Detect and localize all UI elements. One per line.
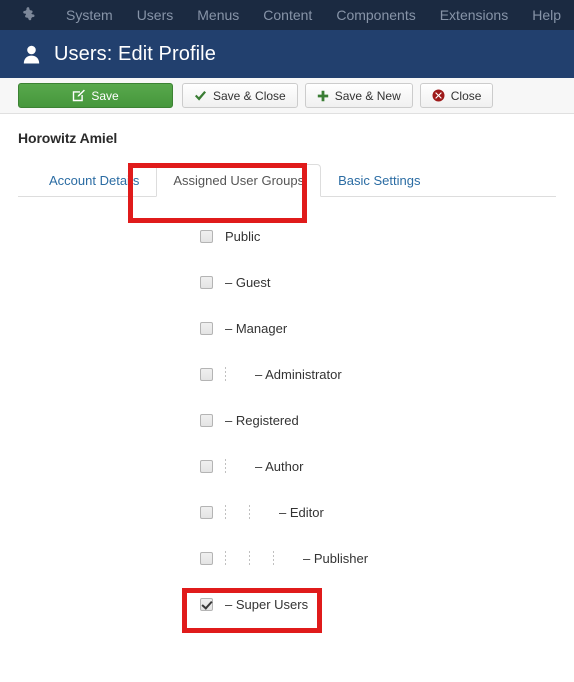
topnav-item-components[interactable]: Components bbox=[324, 0, 427, 30]
tab-bar: Account Details Assigned User Groups Bas… bbox=[18, 163, 556, 197]
tab-account-details[interactable]: Account Details bbox=[32, 164, 156, 197]
topnav-item-menus[interactable]: Menus bbox=[185, 0, 251, 30]
topnav-item-content[interactable]: Content bbox=[251, 0, 324, 30]
user-group-row-publisher[interactable]: – Publisher bbox=[18, 535, 556, 581]
user-group-label-guest: – Guest bbox=[225, 274, 271, 290]
indent-guide-dots bbox=[237, 535, 261, 581]
checkmark-icon bbox=[194, 90, 207, 102]
indent-guides bbox=[213, 351, 237, 397]
indent-guide-dots bbox=[213, 443, 237, 489]
user-group-row-public[interactable]: Public bbox=[18, 213, 556, 259]
checkbox-administrator[interactable] bbox=[200, 367, 213, 381]
user-group-row-super-users[interactable]: – Super Users bbox=[18, 581, 556, 627]
topnav-item-system[interactable]: System bbox=[54, 0, 125, 30]
page-title: Users: Edit Profile bbox=[54, 42, 216, 65]
content-area: Horowitz Amiel Account Details Assigned … bbox=[0, 114, 574, 627]
user-group-row-manager[interactable]: – Manager bbox=[18, 305, 556, 351]
indent-guides bbox=[213, 489, 261, 535]
topnav-item-extensions[interactable]: Extensions bbox=[428, 0, 520, 30]
save-and-close-label: Save & Close bbox=[213, 88, 286, 103]
checkbox-editor[interactable] bbox=[200, 505, 213, 519]
checkbox-super-users[interactable] bbox=[200, 597, 213, 611]
record-name: Horowitz Amiel bbox=[18, 130, 118, 146]
indent-guides bbox=[213, 535, 285, 581]
checkbox-guest[interactable] bbox=[200, 275, 213, 289]
indent-guide-dots bbox=[237, 489, 261, 535]
plus-icon bbox=[317, 90, 329, 102]
tab-basic-settings[interactable]: Basic Settings bbox=[321, 164, 437, 197]
indent-guide-dots bbox=[213, 351, 237, 397]
user-group-label-manager: – Manager bbox=[225, 320, 288, 336]
indent-guide-dots bbox=[261, 535, 285, 581]
user-group-row-administrator[interactable]: – Administrator bbox=[18, 351, 556, 397]
user-group-label-author: – Author bbox=[255, 458, 304, 474]
user-group-label-registered: – Registered bbox=[225, 412, 299, 428]
save-and-close-button[interactable]: Save & Close bbox=[182, 83, 298, 108]
checkbox-publisher[interactable] bbox=[200, 551, 213, 565]
indent-guides bbox=[213, 443, 237, 489]
user-group-row-guest[interactable]: – Guest bbox=[18, 259, 556, 305]
topnav-item-users[interactable]: Users bbox=[125, 0, 186, 30]
save-button-label: Save bbox=[91, 88, 119, 103]
user-group-label-editor: – Editor bbox=[279, 504, 324, 520]
user-group-label-super-users: – Super Users bbox=[225, 596, 309, 612]
toolbar: Save Save & Close Save & New Close bbox=[0, 78, 574, 114]
indent-guide-dots bbox=[213, 489, 237, 535]
user-groups-list: Public – Guest – Manager – Administrator… bbox=[18, 197, 556, 627]
top-navigation-bar: System Users Menus Content Components Ex… bbox=[0, 0, 574, 30]
save-and-new-label: Save & New bbox=[334, 88, 401, 103]
indent-guide-dots bbox=[213, 535, 237, 581]
close-button[interactable]: Close bbox=[419, 83, 494, 108]
edit-square-icon bbox=[72, 89, 86, 102]
user-group-label-public: Public bbox=[225, 228, 261, 244]
save-button[interactable]: Save bbox=[18, 83, 173, 108]
topnav-item-help[interactable]: Help bbox=[520, 0, 573, 30]
joomla-logo-icon[interactable] bbox=[18, 5, 38, 25]
checkbox-public[interactable] bbox=[200, 229, 213, 243]
save-and-new-button[interactable]: Save & New bbox=[304, 83, 413, 108]
tab-assigned-user-groups[interactable]: Assigned User Groups bbox=[156, 164, 322, 197]
checkbox-registered[interactable] bbox=[200, 413, 213, 427]
close-button-label: Close bbox=[450, 88, 482, 103]
user-group-row-registered[interactable]: – Registered bbox=[18, 397, 556, 443]
user-group-label-publisher: – Publisher bbox=[303, 550, 369, 566]
user-group-row-author[interactable]: – Author bbox=[18, 443, 556, 489]
checkbox-manager[interactable] bbox=[200, 321, 213, 335]
user-group-row-editor[interactable]: – Editor bbox=[18, 489, 556, 535]
checkbox-author[interactable] bbox=[200, 459, 213, 473]
page-header: Users: Edit Profile bbox=[0, 30, 574, 78]
user-group-label-administrator: – Administrator bbox=[255, 366, 342, 382]
close-circle-icon bbox=[432, 89, 445, 102]
user-icon bbox=[22, 43, 40, 65]
